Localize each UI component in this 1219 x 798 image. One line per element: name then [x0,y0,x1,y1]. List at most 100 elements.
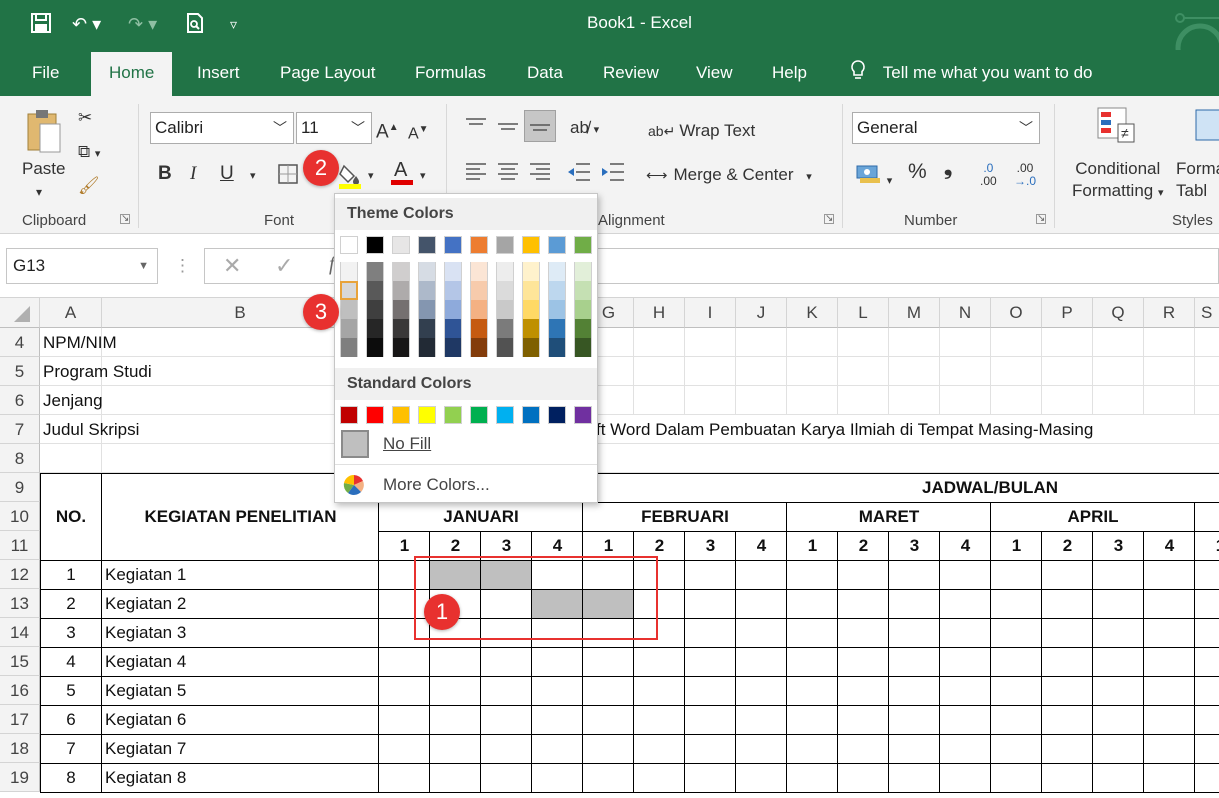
enter-icon[interactable]: ✓ [275,253,293,279]
theme-color-swatch[interactable] [522,338,540,357]
theme-color-swatch[interactable] [366,319,384,338]
tab-file[interactable]: File [14,50,77,96]
row-header[interactable]: 8 [0,444,40,473]
theme-color-swatch[interactable] [548,281,566,300]
tab-data[interactable]: Data [509,50,581,96]
format-as-table-icon[interactable] [1192,106,1219,153]
column-header[interactable]: P [1042,298,1093,328]
underline-dropdown-icon[interactable]: ▾ [250,164,256,188]
theme-color-swatch[interactable] [470,262,488,281]
row-header[interactable]: 18 [0,734,40,763]
format-as-table-button[interactable]: Forma Tabl [1176,158,1219,202]
theme-color-swatch[interactable] [444,338,462,357]
theme-color-swatch[interactable] [366,338,384,357]
theme-color-swatch[interactable] [392,300,410,319]
paste-dropdown-icon[interactable]: ▾ [36,180,42,204]
conditional-formatting-button[interactable]: Conditional Formatting ▾ [1072,158,1164,204]
standard-color-swatch[interactable] [418,406,436,424]
bold-button[interactable]: B [158,162,172,186]
theme-color-swatch[interactable] [496,262,514,281]
orientation-icon[interactable]: ab̸ ▾ [570,116,599,142]
paste-icon[interactable] [22,108,66,153]
theme-color-swatch[interactable] [366,236,384,254]
row-header[interactable]: 17 [0,705,40,734]
align-middle-icon[interactable] [496,116,520,143]
row-header[interactable]: 4 [0,328,40,357]
font-color-icon[interactable]: A [390,158,414,193]
theme-color-swatch[interactable] [392,338,410,357]
fill-color-picker[interactable]: Theme Colors Standard Colors No Fill Mor… [334,193,598,503]
theme-color-swatch[interactable] [340,319,358,338]
theme-color-swatch[interactable] [548,300,566,319]
standard-color-swatch[interactable] [548,406,566,424]
row-header[interactable]: 7 [0,415,40,444]
underline-button[interactable]: U [220,162,234,186]
standard-color-swatch[interactable] [444,406,462,424]
theme-color-swatch[interactable] [574,338,592,357]
clipboard-launcher-icon[interactable]: ↘ [120,214,130,224]
theme-color-swatch[interactable] [444,262,462,281]
theme-color-swatch[interactable] [470,236,488,254]
cut-icon[interactable]: ✂ [78,106,92,130]
tell-me-box[interactable]: Tell me what you want to do [850,50,1093,96]
row-header[interactable]: 9 [0,473,40,502]
percent-style-button[interactable]: % [908,160,927,184]
theme-color-swatch[interactable] [418,236,436,254]
theme-color-swatch[interactable] [522,236,540,254]
theme-color-swatch[interactable] [574,236,592,254]
accounting-format-icon[interactable]: ▾ [856,162,892,193]
theme-color-swatch[interactable] [392,262,410,281]
theme-color-swatch[interactable] [574,281,592,300]
row-header[interactable]: 16 [0,676,40,705]
column-header[interactable]: K [787,298,838,328]
tab-formulas[interactable]: Formulas [397,50,504,96]
theme-color-swatch[interactable] [392,319,410,338]
theme-color-swatch[interactable] [470,300,488,319]
increase-font-size-icon[interactable]: A▲ [376,116,399,144]
decrease-indent-icon[interactable] [566,160,592,191]
theme-color-swatch[interactable] [418,300,436,319]
theme-color-swatch[interactable] [444,300,462,319]
merge-center-button[interactable]: ⟷ Merge & Center ▾ [646,164,812,188]
row-header[interactable]: 5 [0,357,40,386]
column-header[interactable]: M [889,298,940,328]
theme-color-swatch[interactable] [496,300,514,319]
tab-insert[interactable]: Insert [179,50,258,96]
align-bottom-icon[interactable] [524,110,556,142]
theme-color-swatch[interactable] [470,319,488,338]
column-header[interactable]: H [634,298,685,328]
theme-color-swatch[interactable] [548,338,566,357]
theme-color-swatch[interactable] [392,281,410,300]
theme-color-swatch[interactable] [418,262,436,281]
theme-color-swatch[interactable] [548,262,566,281]
fill-color-icon[interactable] [338,162,364,197]
theme-color-swatch-selected[interactable] [340,281,358,300]
standard-color-swatch[interactable] [392,406,410,424]
align-left-icon[interactable] [464,160,488,191]
column-header[interactable]: L [838,298,889,328]
theme-color-swatch[interactable] [470,338,488,357]
number-launcher-icon[interactable]: ↘ [1036,214,1046,224]
theme-color-swatch[interactable] [574,319,592,338]
theme-color-swatch[interactable] [392,236,410,254]
theme-color-swatch[interactable] [418,281,436,300]
theme-color-swatch[interactable] [522,281,540,300]
more-colors-option[interactable]: More Colors... [335,466,597,504]
italic-button[interactable]: I [190,162,196,186]
theme-color-swatch[interactable] [548,319,566,338]
row-header[interactable]: 19 [0,763,40,792]
decrease-font-size-icon[interactable]: A▼ [408,118,429,146]
column-header[interactable]: J [736,298,787,328]
theme-color-swatch[interactable] [340,236,358,254]
select-all-corner[interactable] [0,298,40,328]
theme-color-swatch[interactable] [496,236,514,254]
column-header[interactable]: N [940,298,991,328]
theme-color-swatch[interactable] [522,262,540,281]
comma-style-button[interactable]: ❟ [944,156,952,180]
column-header[interactable]: S [1195,298,1219,328]
theme-color-swatch[interactable] [444,319,462,338]
row-header[interactable]: 12 [0,560,40,589]
align-center-icon[interactable] [496,160,520,191]
row-header[interactable]: 15 [0,647,40,676]
paste-button[interactable]: Paste [22,158,65,180]
